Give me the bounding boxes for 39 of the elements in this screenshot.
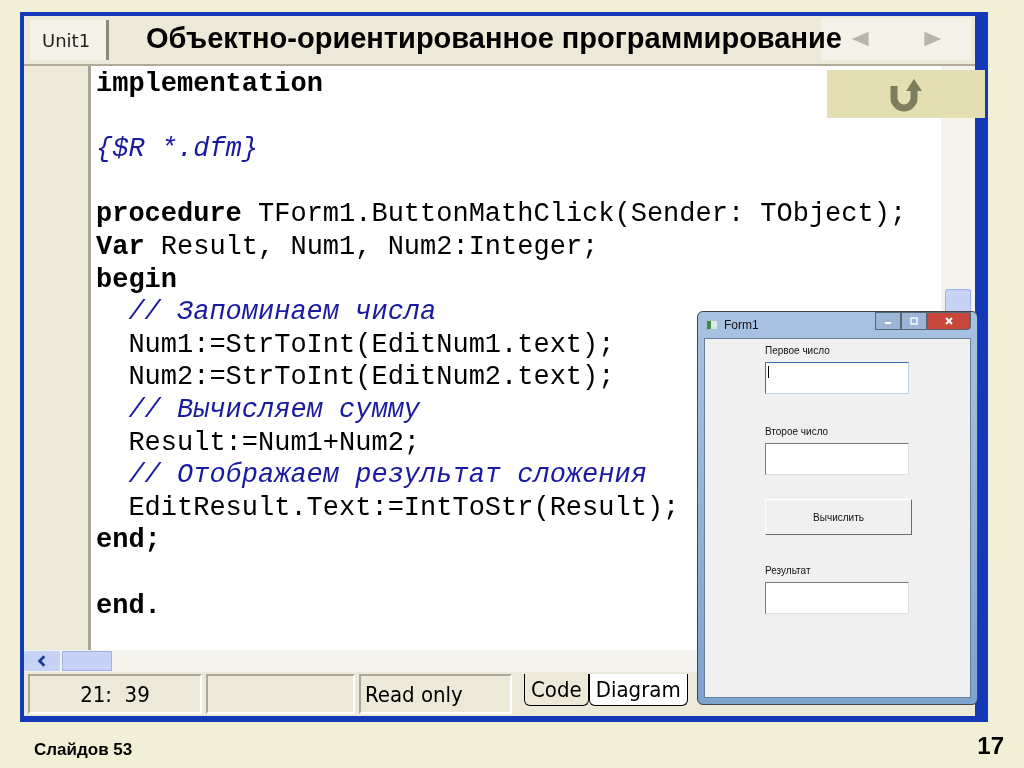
editor-tab[interactable]: Unit1 [30, 20, 110, 60]
result-field[interactable] [765, 582, 909, 614]
code-line: // Вычисляем сумму [127, 393, 421, 427]
code-line: Num1:=StrToInt(EditNum1.text); [127, 328, 615, 362]
calculate-button[interactable]: Вычислить [765, 499, 912, 535]
return-button[interactable] [827, 70, 985, 118]
input-field[interactable] [765, 443, 909, 475]
app-icon [706, 320, 718, 330]
code-line: end. [96, 589, 161, 623]
editor-mode: Read only [359, 674, 512, 714]
view-tab[interactable]: Diagram [588, 674, 688, 706]
minimize-button[interactable] [875, 312, 901, 330]
field-label: Второе число [765, 426, 829, 437]
field-label: Результат [765, 565, 811, 576]
maximize-button[interactable] [901, 312, 927, 330]
field-label: Первое число [765, 345, 830, 356]
cursor-position: 21: 39 [28, 674, 202, 714]
code-line: procedure TForm1.ButtonMathClick(Sender: TObject); [96, 198, 907, 231]
code-line: EditResult.Text:=IntToStr(Result); [127, 491, 680, 525]
close-icon [944, 316, 954, 326]
maximize-icon [909, 316, 919, 326]
code-line: {$R *.dfm} [96, 133, 259, 166]
input-field[interactable] [765, 362, 909, 394]
page-number: 17 [977, 732, 1004, 760]
code-line: // Отображаем результат сложения [127, 459, 647, 492]
scrollbar-thumb[interactable] [62, 651, 112, 671]
code-line: implementation [96, 68, 323, 101]
code-line: end; [96, 524, 161, 557]
code-line: Var Result, Num1, Num2:Integer; [96, 230, 599, 264]
slide-title: Объектно-ориентированное программирование [146, 22, 842, 55]
scroll-left-button[interactable] [24, 651, 60, 671]
view-tab[interactable]: Code [524, 674, 589, 706]
close-button[interactable] [927, 312, 971, 330]
code-line: begin [96, 263, 177, 297]
slide-count: Слайдов 53 [34, 740, 133, 760]
code-line: Result:=Num1+Num2; [127, 426, 421, 460]
code-line: Num2:=StrToInt(EditNum2.text); [127, 361, 615, 394]
code-line: // Запоминаем числа [127, 296, 437, 329]
window-title: Form1 [724, 318, 759, 332]
